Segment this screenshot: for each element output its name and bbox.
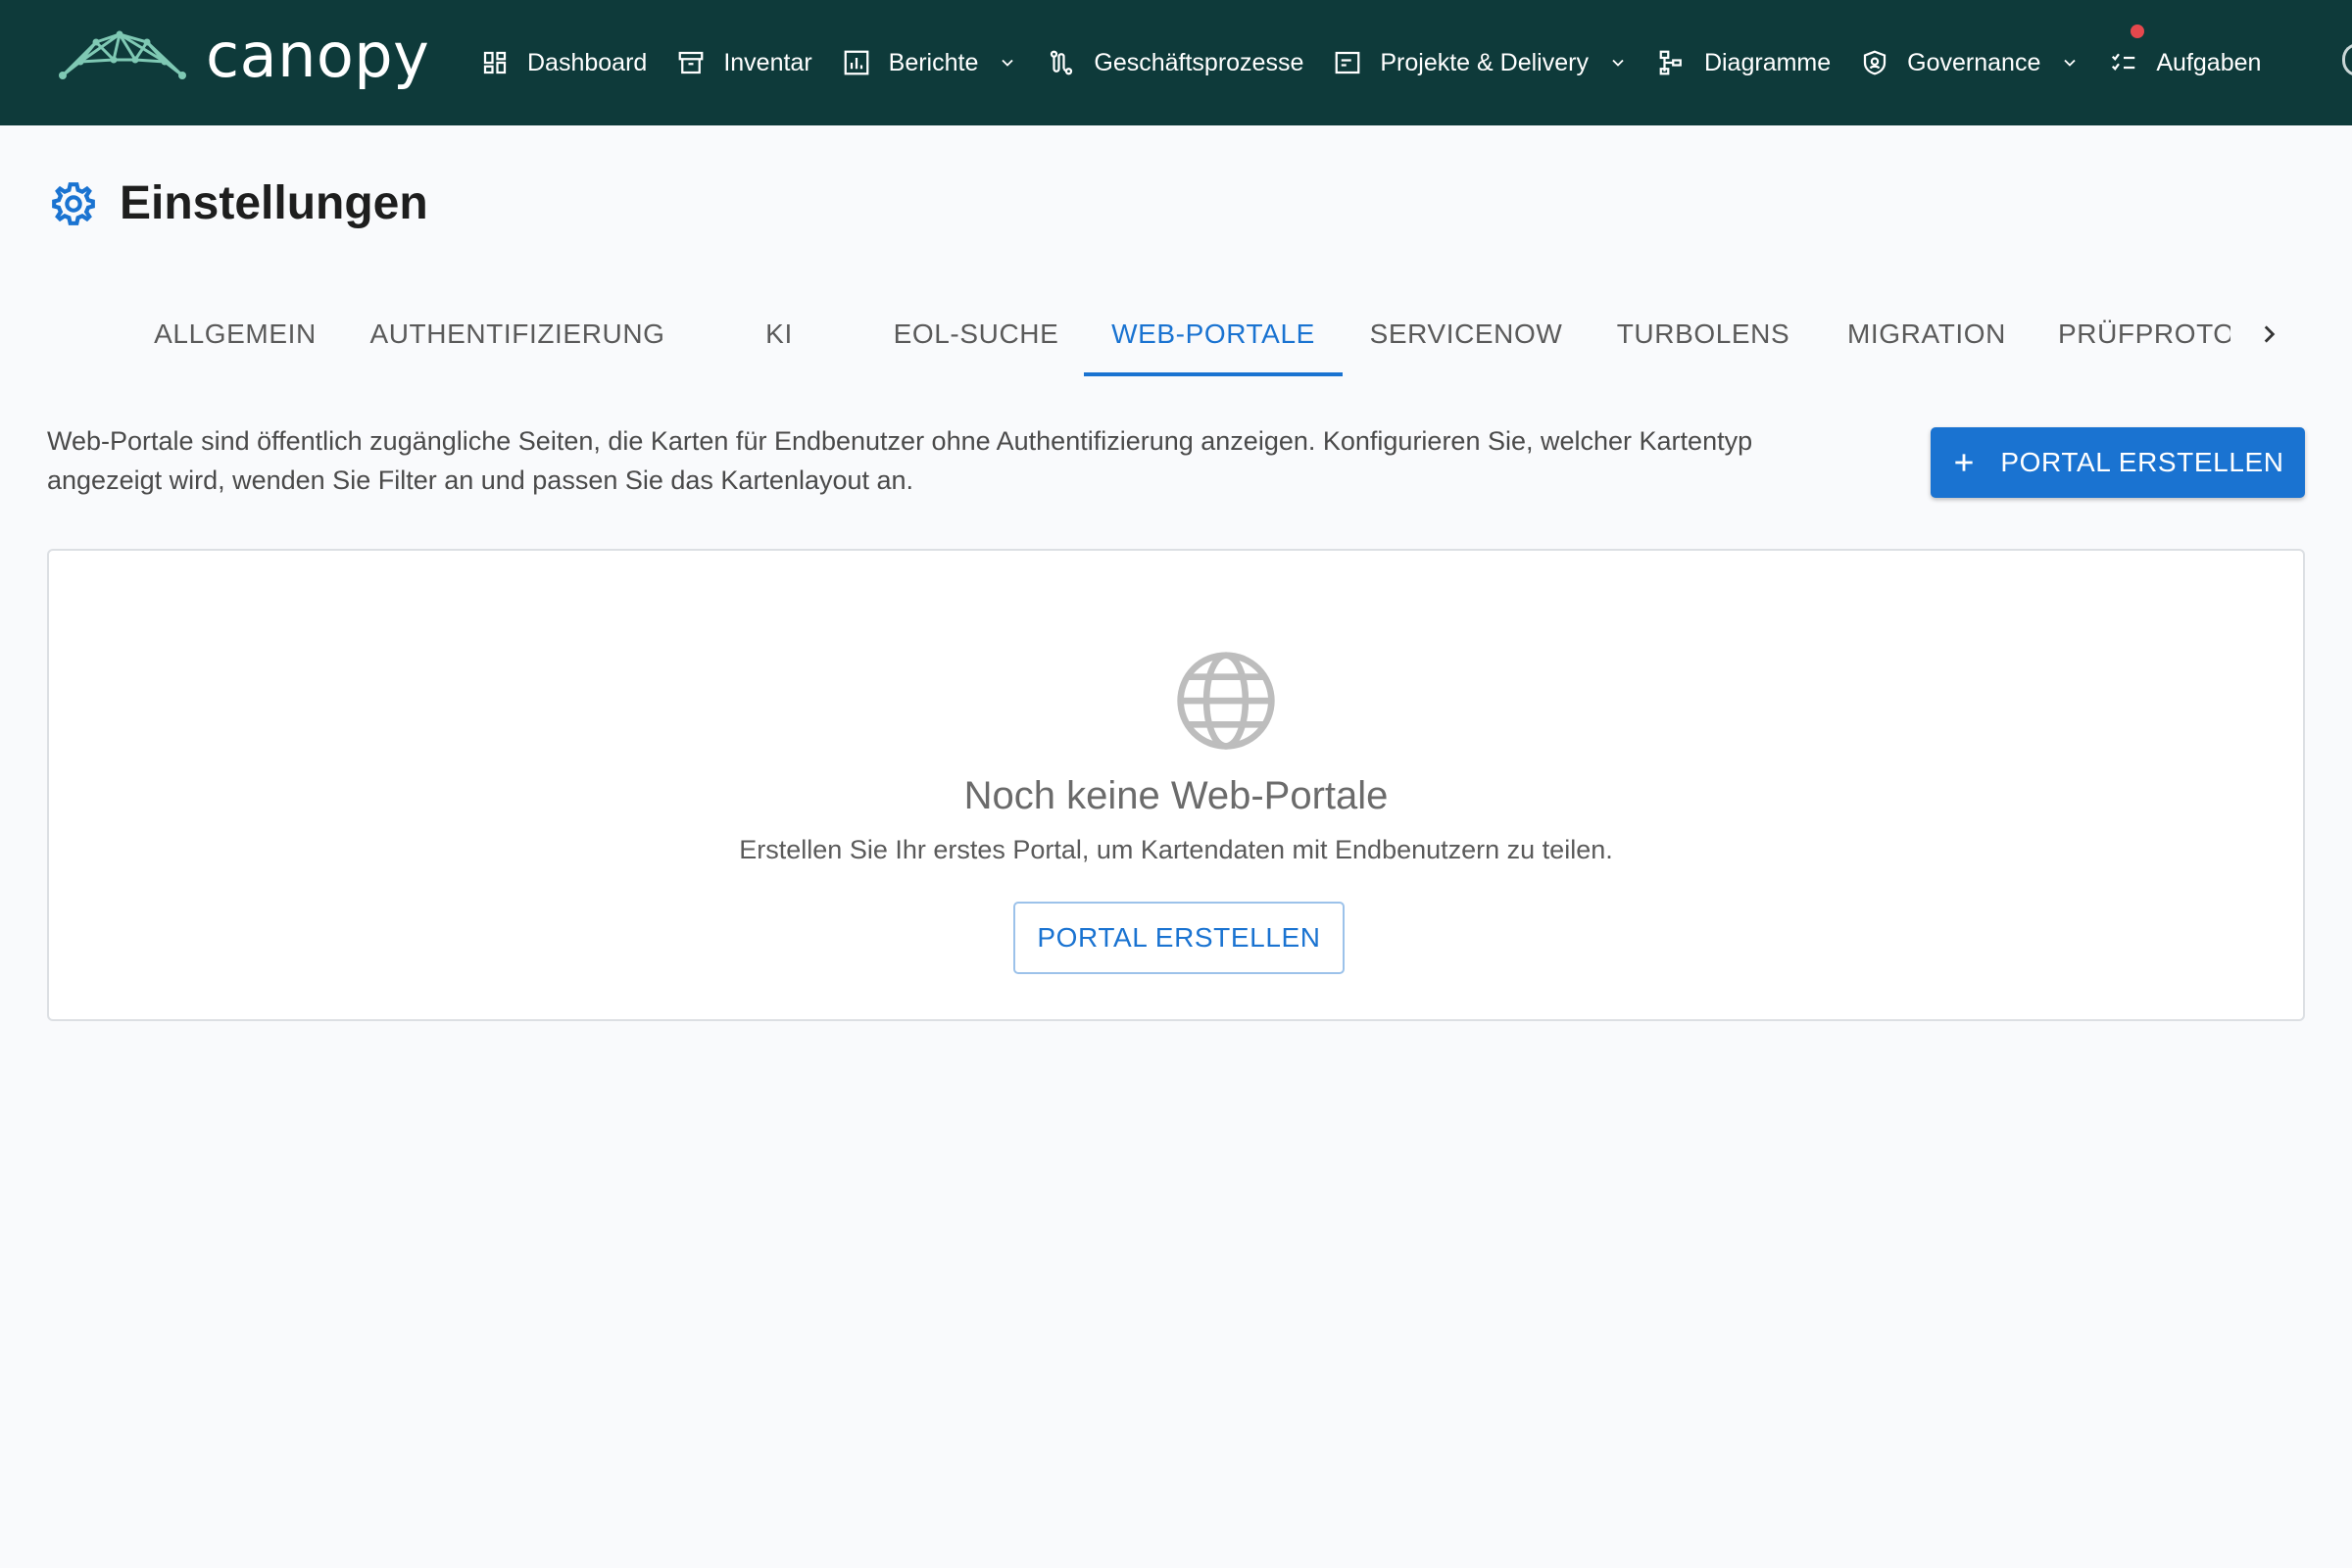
plus-icon (1955, 454, 1974, 471)
nav-dashboard[interactable]: Dashboard (480, 48, 647, 77)
logo-text: canopy (206, 20, 430, 91)
chevron-down-icon (2060, 53, 2080, 73)
globe-icon (1177, 652, 1275, 750)
diagram-icon (1657, 48, 1687, 77)
tab-ki[interactable]: KI (706, 290, 853, 378)
empty-state-title: Noch keine Web-Portale (963, 774, 1389, 817)
nav-governance-label: Governance (1907, 48, 2041, 76)
user-menu-edge[interactable] (2342, 43, 2352, 76)
main-nav: Dashboard Inventar Berichte Geschäftspro… (480, 0, 2290, 125)
tab-scroll-right[interactable] (2249, 310, 2288, 359)
tab-web-portale[interactable]: WEB-PORTALE (1084, 290, 1343, 378)
notification-dot (2131, 24, 2145, 38)
page-title: Einstellungen (120, 177, 428, 229)
nav-projekte-delivery[interactable]: Projekte & Delivery (1333, 48, 1628, 77)
project-icon (1333, 48, 1362, 77)
tab-pruefprotokoll[interactable]: PRÜFPROTOKOLL (2058, 290, 2230, 378)
nav-inventar[interactable]: Inventar (676, 48, 812, 77)
nav-berichte-label: Berichte (888, 48, 979, 76)
tab-servicenow[interactable]: SERVICENOW (1356, 290, 1576, 378)
nav-geschaeftsprozesse-label: Geschäftsprozesse (1094, 48, 1304, 76)
nav-berichte[interactable]: Berichte (842, 48, 1018, 77)
archive-icon (676, 48, 706, 77)
nav-geschaeftsprozesse[interactable]: Geschäftsprozesse (1047, 48, 1303, 77)
nav-aufgaben[interactable]: Aufgaben (2109, 24, 2262, 77)
settings-tabs: ALLGEMEIN AUTHENTIFIZIERUNG KI EOL-SUCHE… (0, 290, 2352, 378)
empty-state-panel: Noch keine Web-Portale Erstellen Sie Ihr… (47, 549, 2305, 1021)
tab-eol-suche[interactable]: EOL-SUCHE (878, 290, 1074, 378)
tab-turbolens[interactable]: TURBOLENS (1603, 290, 1803, 378)
nav-dashboard-label: Dashboard (527, 48, 648, 76)
create-portal-button-label: PORTAL ERSTELLEN (2000, 447, 2284, 477)
shield-icon (1860, 48, 1889, 77)
tab-migration[interactable]: MIGRATION (1833, 290, 2021, 378)
page-header: Einstellungen (49, 176, 428, 230)
top-navigation-bar: canopy Dashboard Inventar Berichte Gesch… (0, 0, 2352, 125)
create-portal-button[interactable]: PORTAL ERSTELLEN (1931, 427, 2305, 498)
tab-authentifizierung[interactable]: AUTHENTIFIZIERUNG (363, 290, 672, 378)
chevron-right-icon (2264, 325, 2276, 343)
gear-icon (52, 181, 95, 225)
nav-projekte-delivery-label: Projekte & Delivery (1380, 48, 1589, 76)
canopy-logo-icon (59, 30, 186, 79)
chevron-down-icon (1608, 53, 1628, 73)
bar-chart-icon (842, 48, 871, 77)
nav-inventar-label: Inventar (723, 48, 812, 76)
canopy-logo[interactable]: canopy (59, 25, 429, 90)
nav-aufgaben-label: Aufgaben (2156, 48, 2262, 76)
web-portals-description: Web-Portale sind öffentlich zugängliche … (47, 426, 1753, 495)
empty-state-subtitle: Erstellen Sie Ihr erstes Portal, um Kart… (739, 835, 1613, 864)
chevron-down-icon (998, 53, 1017, 73)
tab-allgemein[interactable]: ALLGEMEIN (137, 290, 333, 378)
nav-governance[interactable]: Governance (1860, 48, 2080, 77)
process-icon (1047, 48, 1076, 77)
nav-diagramme-label: Diagramme (1703, 48, 1832, 76)
nav-diagramme[interactable]: Diagramme (1657, 48, 1831, 77)
dashboard-icon (480, 48, 510, 77)
active-tab-indicator (1084, 372, 1343, 376)
create-first-portal-button[interactable]: PORTAL ERSTELLEN (1013, 902, 1345, 974)
checklist-icon (2109, 48, 2138, 77)
